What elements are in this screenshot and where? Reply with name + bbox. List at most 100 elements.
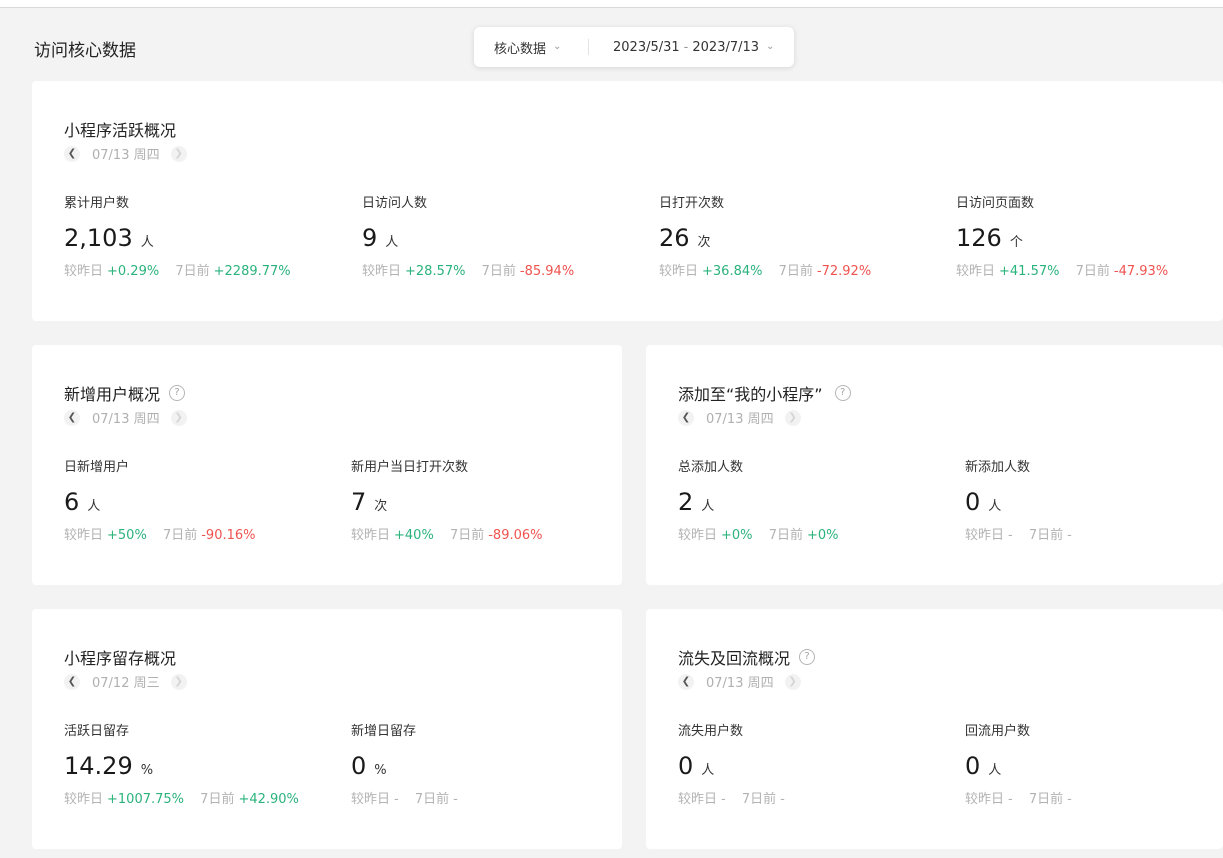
compare-day-value: +36.84% <box>702 264 763 279</box>
top-bar <box>0 0 1223 8</box>
compare-day-label: 较昨日 <box>64 264 104 279</box>
metric-unit: 人 <box>988 763 1002 778</box>
metric-value: 26 <box>659 224 690 252</box>
metric-value: 2,103 <box>64 224 133 252</box>
metric-daily-new-users: 日新增用户 6人 较昨日 +50% 7日前 -90.16% <box>64 456 256 543</box>
card-title-text: 新增用户概况 <box>64 385 161 404</box>
card-title-text: 添加至“我的小程序” <box>678 385 823 404</box>
metric-unit: 人 <box>87 499 101 514</box>
metric-label: 活跃日留存 <box>64 724 130 739</box>
metric-compare: 较昨日 - 7日前 - <box>965 788 1072 807</box>
metric-label: 日新增用户 <box>64 460 130 475</box>
chevron-left-icon[interactable]: ❮ <box>678 673 694 690</box>
active-overview-card: 小程序活跃概况 ❮ 07/13 周四 ❯ 累计用户数 2,103 人 较昨日 +0.… <box>32 81 1223 321</box>
compare-week-value: -47.93% <box>1113 264 1169 279</box>
metric-compare: 较昨日 - 7日前 - <box>965 524 1072 543</box>
date-range-picker[interactable]: 2023/5/31 - 2023/7/13 ⌄ <box>599 40 774 55</box>
metric-new-user-opens: 新用户当日打开次数 7次 较昨日 +40% 7日前 -89.06% <box>351 456 543 543</box>
compare-day-label: 较昨日 <box>64 528 104 543</box>
metric-unit: 人 <box>988 499 1002 514</box>
metric-unit: 人 <box>701 763 715 778</box>
card-title-text: 小程序活跃概况 <box>64 121 177 140</box>
chevron-left-icon[interactable]: ❮ <box>678 409 694 426</box>
metric-compare: 较昨日 - 7日前 - <box>678 788 785 807</box>
compare-day-label: 较昨日 <box>965 792 1005 807</box>
chevron-down-icon: ⌄ <box>553 40 562 52</box>
chevron-right-icon[interactable]: ❯ <box>784 409 801 426</box>
date-navigator: ❮ 07/13 周四 ❯ <box>678 672 801 691</box>
chevron-right-icon[interactable]: ❯ <box>170 409 187 426</box>
retention-card: 小程序留存概况 ❮ 07/12 周三 ❯ 活跃日留存 14.29% 较昨日 +10… <box>32 609 622 849</box>
compare-week-label: 7日前 <box>449 528 485 543</box>
new-users-card: 新增用户概况? ❮ 07/13 周四 ❯ 日新增用户 6人 较昨日 +50% 7日… <box>32 345 622 585</box>
metric-compare: 较昨日 +36.84% 7日前 -72.92% <box>659 260 871 279</box>
compare-week-value: -85.94% <box>519 264 575 279</box>
compare-week-label: 7日前 <box>1075 264 1110 279</box>
compare-day-value: +0% <box>721 528 753 543</box>
card-title: 流失及回流概况? <box>678 645 816 669</box>
help-icon[interactable]: ? <box>799 649 816 665</box>
metric-value: 126 <box>956 224 1002 252</box>
metric-value: 14.29 <box>64 752 133 780</box>
metric-unit: 次 <box>374 499 388 514</box>
metric-label: 日访问人数 <box>362 196 428 211</box>
compare-day-label: 较昨日 <box>351 792 391 807</box>
compare-day-value: - <box>1008 792 1013 807</box>
metric-daily-pageviews: 日访问页面数 126 个 较昨日 +41.57% 7日前 -47.93% <box>956 192 1168 279</box>
metric-daily-visitors: 日访问人数 9人 较昨日 +28.57% 7日前 -85.94% <box>362 192 574 279</box>
compare-week-label: 7日前 <box>414 792 450 807</box>
current-date: 07/13 周四 <box>92 412 160 427</box>
compare-week-value: -72.92% <box>816 264 872 279</box>
compare-day-label: 较昨日 <box>362 264 402 279</box>
card-title-text: 流失及回流概况 <box>678 649 791 668</box>
metric-label: 日打开次数 <box>659 196 725 211</box>
data-type-dropdown[interactable]: 核心数据 ⌄ <box>474 38 586 57</box>
metric-label: 总添加人数 <box>678 460 744 475</box>
metric-compare: 较昨日 +50% 7日前 -90.16% <box>64 524 256 543</box>
metric-value: 6 <box>64 488 80 516</box>
compare-day-value: - <box>721 792 726 807</box>
compare-day-label: 较昨日 <box>659 264 699 279</box>
chevron-left-icon[interactable]: ❮ <box>64 673 80 690</box>
metric-compare: 较昨日 +28.57% 7日前 -85.94% <box>362 260 574 279</box>
metric-value: 0 <box>965 488 981 516</box>
metric-unit: 人 <box>385 235 399 250</box>
compare-week-value: +42.90% <box>238 792 299 807</box>
chevron-right-icon[interactable]: ❯ <box>170 673 187 690</box>
compare-day-label: 较昨日 <box>965 528 1005 543</box>
add-to-my-miniprogram-card: 添加至“我的小程序”? ❮ 07/13 周四 ❯ 总添加人数 2人 较昨日 +0%… <box>646 345 1223 585</box>
compare-week-label: 7日前 <box>162 528 198 543</box>
help-icon[interactable]: ? <box>834 385 851 401</box>
compare-day-label: 较昨日 <box>64 792 104 807</box>
metric-unit: % <box>374 763 387 778</box>
compare-week-label: 7日前 <box>778 264 813 279</box>
metric-new-added: 新添加人数 0人 较昨日 - 7日前 - <box>965 456 1072 543</box>
metric-unit: 次 <box>697 235 711 250</box>
compare-week-value: - <box>453 792 458 807</box>
compare-week-value: - <box>780 792 785 807</box>
compare-week-value: +0% <box>806 528 839 543</box>
chevron-right-icon[interactable]: ❯ <box>784 673 801 690</box>
chevron-down-icon: ⌄ <box>766 40 775 52</box>
compare-week-label: 7日前 <box>1028 792 1064 807</box>
help-icon[interactable]: ? <box>169 385 186 401</box>
chevron-right-icon[interactable]: ❯ <box>170 145 187 162</box>
metric-unit: 个 <box>1009 235 1023 250</box>
card-title: 新增用户概况? <box>64 381 186 405</box>
metric-active-retention: 活跃日留存 14.29% 较昨日 +1007.75% 7日前 +42.90% <box>64 720 299 807</box>
current-date: 07/13 周四 <box>92 148 160 163</box>
metric-value: 0 <box>678 752 694 780</box>
churn-return-card: 流失及回流概况? ❮ 07/13 周四 ❯ 流失用户数 0人 较昨日 - 7日前 -… <box>646 609 1223 849</box>
compare-day-value: - <box>1008 528 1013 543</box>
chevron-left-icon[interactable]: ❮ <box>64 145 80 162</box>
metric-compare: 较昨日 - 7日前 - <box>351 788 458 807</box>
current-date: 07/13 周四 <box>706 676 774 691</box>
compare-day-label: 较昨日 <box>678 792 718 807</box>
compare-day-value: +0.29% <box>107 264 160 279</box>
compare-day-value: +40% <box>394 528 434 543</box>
metric-unit: 人 <box>701 499 715 514</box>
date-navigator: ❮ 07/13 周四 ❯ <box>64 144 187 163</box>
chevron-left-icon[interactable]: ❮ <box>64 409 80 426</box>
metric-total-added: 总添加人数 2人 较昨日 +0% 7日前 +0% <box>678 456 839 543</box>
metric-unit: 人 <box>140 235 154 250</box>
